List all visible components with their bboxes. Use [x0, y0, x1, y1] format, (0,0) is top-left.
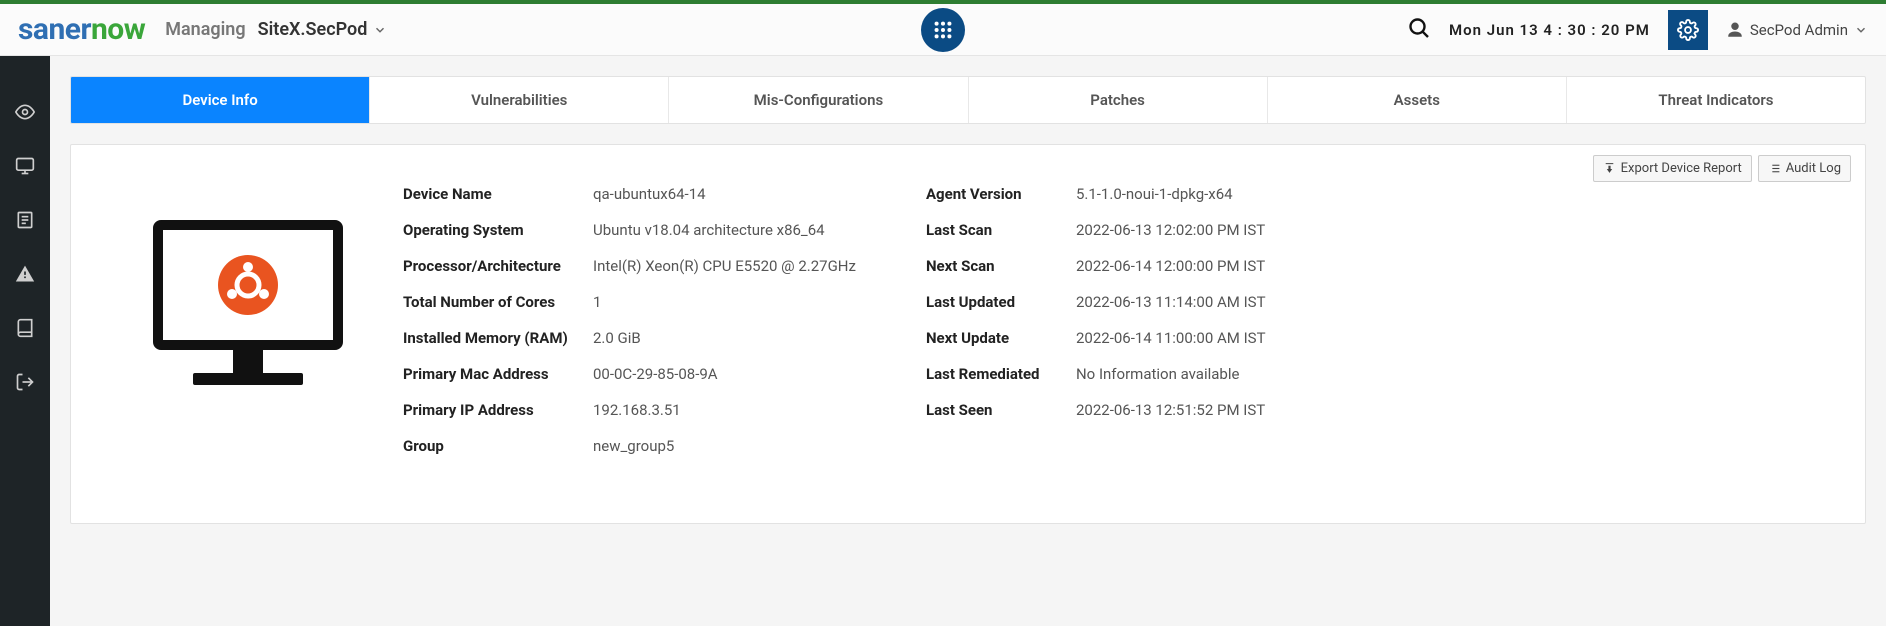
body: Device Info Vulnerabilities Mis-Configur… [0, 56, 1886, 626]
sidebar-devices[interactable] [15, 156, 35, 176]
brand-part2: now [91, 12, 145, 47]
device-panel: Export Device Report Audit Log [70, 144, 1866, 524]
kv-processor: Processor/ArchitectureIntel(R) Xeon(R) C… [403, 257, 856, 275]
panel-actions: Export Device Report Audit Log [1593, 155, 1851, 182]
sidebar-visibility[interactable] [15, 102, 35, 122]
kv-ip: Primary IP Address192.168.3.51 [403, 401, 856, 419]
tab-bar: Device Info Vulnerabilities Mis-Configur… [70, 76, 1866, 124]
site-name: SiteX.SecPod [258, 19, 368, 40]
chevron-down-icon [373, 23, 387, 37]
export-device-report-button[interactable]: Export Device Report [1593, 155, 1752, 182]
kv-device-name: Device Nameqa-ubuntux64-14 [403, 185, 856, 203]
kv-next-update: Next Update2022-06-14 11:00:00 AM IST [926, 329, 1266, 347]
tab-misconfigurations[interactable]: Mis-Configurations [669, 77, 968, 123]
user-icon [1726, 21, 1744, 39]
managing-label: Managing [165, 19, 245, 40]
user-menu[interactable]: SecPod Admin [1726, 21, 1868, 39]
kv-next-scan: Next Scan2022-06-14 12:00:00 PM IST [926, 257, 1266, 275]
chevron-down-icon [1854, 23, 1868, 37]
monitor-ubuntu-icon [138, 205, 358, 405]
document-icon [15, 210, 35, 230]
settings-button[interactable] [1668, 10, 1708, 50]
kv-cores: Total Number of Cores1 [403, 293, 856, 311]
props-right: Agent Version5.1-1.0-noui-1-dpkg-x64 Las… [926, 185, 1266, 455]
top-bar: sanernow Managing SiteX.SecPod Mon Jun 1… [0, 4, 1886, 56]
kv-last-updated: Last Updated2022-06-13 11:14:00 AM IST [926, 293, 1266, 311]
header-tools: Mon Jun 13 4 : 30 : 20 PM SecPod Admin [1407, 10, 1868, 50]
kv-os: Operating SystemUbuntu v18.04 architectu… [403, 221, 856, 239]
kv-group: Groupnew_group5 [403, 437, 856, 455]
kv-mac: Primary Mac Address00-0C-29-85-08-9A [403, 365, 856, 383]
export-label: Export Device Report [1621, 161, 1742, 176]
gear-icon [1677, 19, 1699, 41]
brand-part1: saner [18, 12, 91, 47]
sidebar-library[interactable] [15, 318, 35, 338]
kv-agent-version: Agent Version5.1-1.0-noui-1-dpkg-x64 [926, 185, 1266, 203]
eye-icon [15, 102, 35, 122]
tab-vulnerabilities[interactable]: Vulnerabilities [370, 77, 669, 123]
list-icon [1768, 162, 1781, 175]
alert-icon [15, 264, 35, 284]
device-info-row: Device Nameqa-ubuntux64-14 Operating Sys… [93, 185, 1843, 455]
device-properties: Device Nameqa-ubuntux64-14 Operating Sys… [403, 185, 1266, 455]
sidebar-logout[interactable] [15, 372, 35, 392]
kv-last-scan: Last Scan2022-06-13 12:02:00 PM IST [926, 221, 1266, 239]
search-icon [1407, 16, 1431, 40]
device-illustration [93, 185, 403, 405]
logout-icon [15, 372, 35, 392]
sidebar-reports[interactable] [15, 210, 35, 230]
sidebar-alerts[interactable] [15, 264, 35, 284]
apps-grid-icon [932, 19, 954, 41]
kv-last-remediated: Last RemediatedNo Information available [926, 365, 1266, 383]
brand-logo[interactable]: sanernow [18, 12, 145, 47]
tab-patches[interactable]: Patches [969, 77, 1268, 123]
tab-assets[interactable]: Assets [1268, 77, 1567, 123]
download-icon [1603, 162, 1616, 175]
props-left: Device Nameqa-ubuntux64-14 Operating Sys… [403, 185, 856, 455]
book-icon [15, 318, 35, 338]
monitor-icon [15, 156, 35, 176]
sidebar [0, 56, 50, 626]
header-datetime: Mon Jun 13 4 : 30 : 20 PM [1449, 21, 1650, 39]
audit-log-button[interactable]: Audit Log [1758, 155, 1851, 182]
content-area: Device Info Vulnerabilities Mis-Configur… [50, 56, 1886, 626]
site-selector[interactable]: SiteX.SecPod [258, 19, 388, 40]
app-launcher-button[interactable] [921, 8, 965, 52]
kv-ram: Installed Memory (RAM)2.0 GiB [403, 329, 856, 347]
tab-device-info[interactable]: Device Info [71, 77, 370, 123]
tab-threat-indicators[interactable]: Threat Indicators [1567, 77, 1865, 123]
kv-last-seen: Last Seen2022-06-13 12:51:52 PM IST [926, 401, 1266, 419]
audit-label: Audit Log [1786, 161, 1841, 176]
user-name: SecPod Admin [1750, 21, 1848, 39]
search-button[interactable] [1407, 16, 1431, 44]
